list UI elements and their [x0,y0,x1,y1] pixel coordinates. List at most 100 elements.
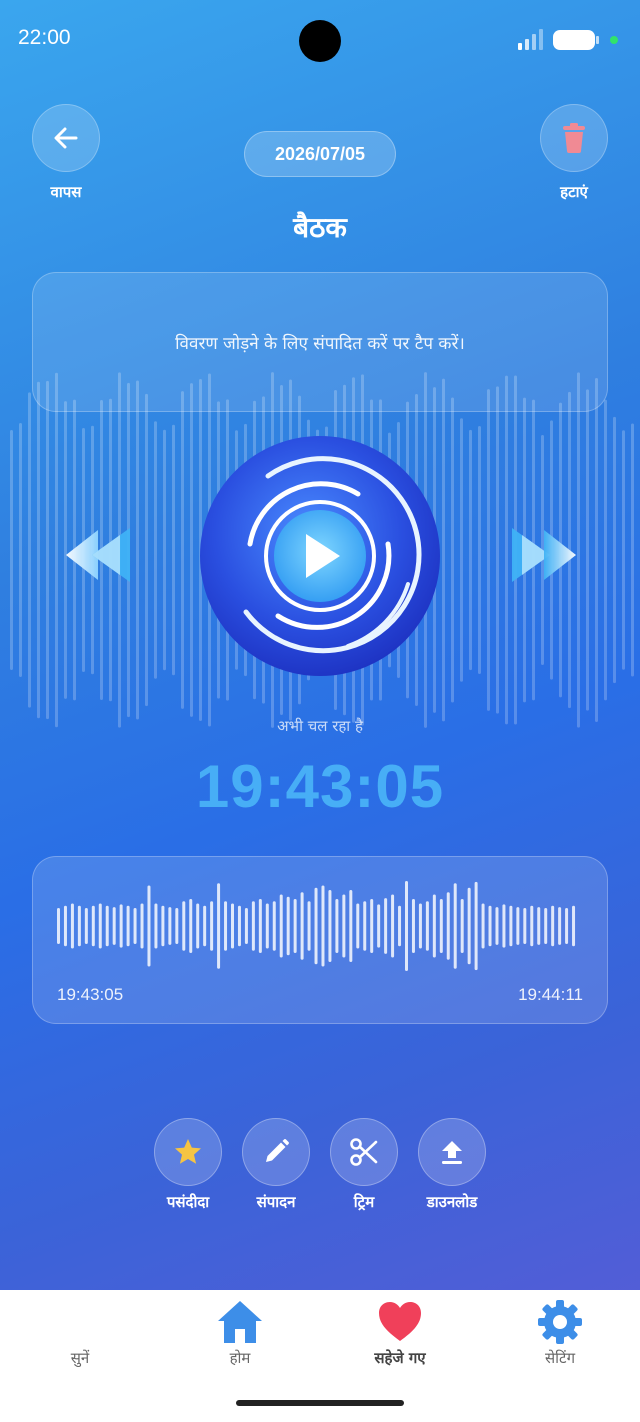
waveform-bar [391,894,395,958]
background-wave-bar [469,429,472,671]
waveform-bar [398,905,402,947]
description-card[interactable]: विवरण जोड़ने के लिए संपादित करें पर टैप … [32,272,608,412]
upload-icon [442,1141,462,1164]
background-wave-bar [478,426,481,674]
waveform-bar [147,885,151,967]
background-wave-bar [496,386,499,714]
signal-icon [518,29,543,50]
waveform-bar [175,908,179,944]
edit-button[interactable] [242,1118,310,1186]
waveform-bar [231,903,234,949]
waveform-start-time: 19:43:05 [57,985,124,1004]
waveform-bar [425,901,429,951]
waveform-bar [411,899,415,953]
home-icon [218,1301,262,1343]
background-wave-bar [604,399,607,701]
waveform-bar [384,898,388,954]
nav-saved[interactable]: सहेजे गए [320,1290,480,1390]
star-icon [175,1139,201,1164]
favorite-button[interactable] [154,1118,222,1186]
waveform-bar [370,899,374,953]
background-wave-bar [451,397,454,703]
waveform-bar [516,907,520,945]
waveform-bar [405,881,408,971]
background-wave-bar [487,389,490,711]
background-wave-bar [19,422,22,678]
background-wave-bar [145,393,148,707]
nav-settings[interactable]: सेटिंग [480,1290,640,1390]
waveform-bar [349,890,353,962]
waveform-bar [258,899,262,953]
waveform-bar [91,905,95,947]
waveform-bar [161,905,165,947]
waveform-bar [502,904,506,948]
waveform-bar [272,901,276,951]
waveform-bar [286,896,290,956]
delete-button[interactable] [540,104,608,172]
waveform-bar [217,883,221,969]
waveform-bar [112,907,116,945]
background-wave-bar [442,378,445,722]
waveform-bar [224,901,228,951]
background-wave-bar [46,380,49,720]
waveform-bar [418,903,422,949]
waveform-bar [98,903,102,949]
waveform-bar [126,905,130,947]
waveform-scrubber[interactable] [55,877,585,975]
download-button[interactable] [418,1118,486,1186]
waveform-bar [189,899,193,953]
waveform-bar [551,905,555,947]
audio-player-screen: 22:00 वापस 2026/07/05 हटाएं बैठक विवरण ज… [0,0,640,1422]
background-wave-bar [37,381,40,719]
background-wave-bar [613,416,616,684]
date-badge: 2026/07/05 [244,131,396,177]
nav-home-label: होम [229,1349,251,1367]
waveform-bar [300,892,304,960]
waveform-bar [572,905,576,947]
now-playing-label: अभी चल रहा है [277,717,363,735]
waveform-bar [77,905,81,947]
gear-icon [538,1300,582,1344]
waveform-bar [467,887,471,965]
waveform-card[interactable]: 19:43:05 19:44:11 [32,856,608,1024]
waveform-bar [321,885,325,967]
play-button[interactable] [198,434,442,678]
waveform-bar [237,905,241,947]
waveform-bar [558,907,562,945]
nav-saved-label: सहेजे गए [374,1349,426,1367]
waveform-bar [251,901,255,951]
waveform-bar [356,903,360,949]
waveform-icon [58,1298,103,1346]
privacy-indicator [610,36,618,44]
download-label: डाउनलोड [426,1193,478,1211]
waveform-bar [523,908,527,944]
waveform-bar [530,905,534,947]
waveform-bar [154,903,158,949]
waveform-bar [495,907,499,945]
background-wave-bar [622,430,625,670]
delete-label: हटाएं [560,183,588,201]
back-label: वापस [50,183,82,201]
waveform-bar [453,883,457,969]
waveform-bar [363,901,367,951]
waveform-bar [119,904,123,948]
waveform-bar [293,899,297,953]
background-wave-bar [595,378,598,722]
waveform-bar [265,903,269,949]
nav-listen[interactable]: सुनें [0,1290,160,1390]
waveform-bar [439,899,443,953]
waveform-bar [244,908,248,944]
waveform-bar [84,908,88,944]
waveform-bar [335,899,339,953]
waveform-bar [446,892,450,960]
trim-button[interactable] [330,1118,398,1186]
waveform-bar [105,905,109,947]
waveform-bar [565,908,569,944]
nav-home[interactable]: होम [160,1290,320,1390]
back-button[interactable] [32,104,100,172]
rewind-button[interactable] [62,520,136,590]
waveform-bar [314,887,318,965]
background-wave-bar [631,423,634,677]
fast-forward-button[interactable] [506,520,580,590]
waveform-bar [57,908,60,944]
